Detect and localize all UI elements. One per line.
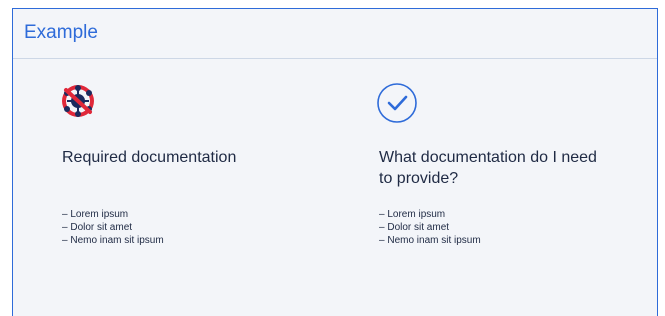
list-item: Nemo inam sit ipsum	[379, 234, 480, 247]
card-title: Example	[24, 22, 98, 43]
list-item: Nemo inam sit ipsum	[62, 234, 163, 247]
no-virus-icon	[57, 80, 99, 122]
left-list: Lorem ipsum Dolor sit amet Nemo inam sit…	[62, 208, 164, 247]
list-item: Dolor sit amet	[379, 221, 481, 234]
right-heading: What documentation do I need to provide?	[379, 149, 597, 187]
list-item: Lorem ipsum	[62, 208, 164, 221]
card-header: Example	[13, 9, 657, 59]
example-card: Example Required documentation Lorem ips…	[12, 8, 658, 316]
list-item: Dolor sit amet	[62, 221, 164, 234]
left-heading: Required documentation	[62, 149, 237, 166]
list-item: Lorem ipsum	[379, 208, 481, 221]
right-list: Lorem ipsum Dolor sit amet Nemo inam sit…	[379, 208, 481, 247]
check-circle-icon	[376, 82, 418, 124]
